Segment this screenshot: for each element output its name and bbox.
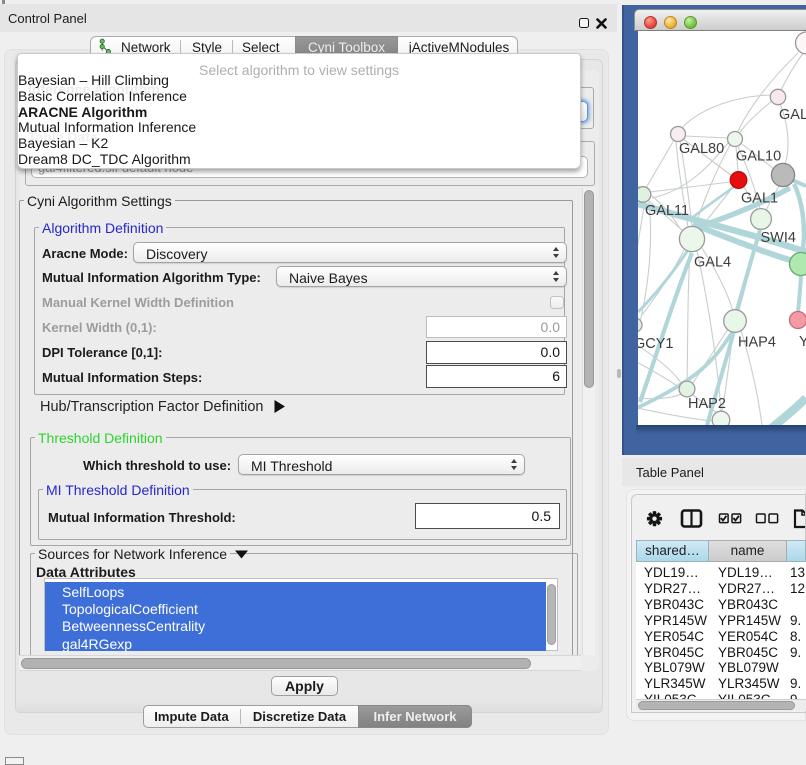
- svg-text:HAP2: HAP2: [688, 396, 726, 412]
- svg-text:GAL1: GAL1: [741, 191, 778, 207]
- svg-text:GCY1: GCY1: [638, 336, 674, 352]
- svg-text:GAL80: GAL80: [679, 141, 724, 157]
- svg-text:GAL10: GAL10: [736, 149, 781, 165]
- svg-text:Y: Y: [799, 334, 806, 350]
- svg-text:GAL11: GAL11: [645, 203, 689, 219]
- svg-text:GAL4: GAL4: [694, 255, 731, 271]
- svg-text:GAL7: GAL7: [779, 107, 806, 123]
- svg-text:HAP4: HAP4: [738, 335, 776, 351]
- svg-text:SWI4: SWI4: [761, 230, 796, 246]
